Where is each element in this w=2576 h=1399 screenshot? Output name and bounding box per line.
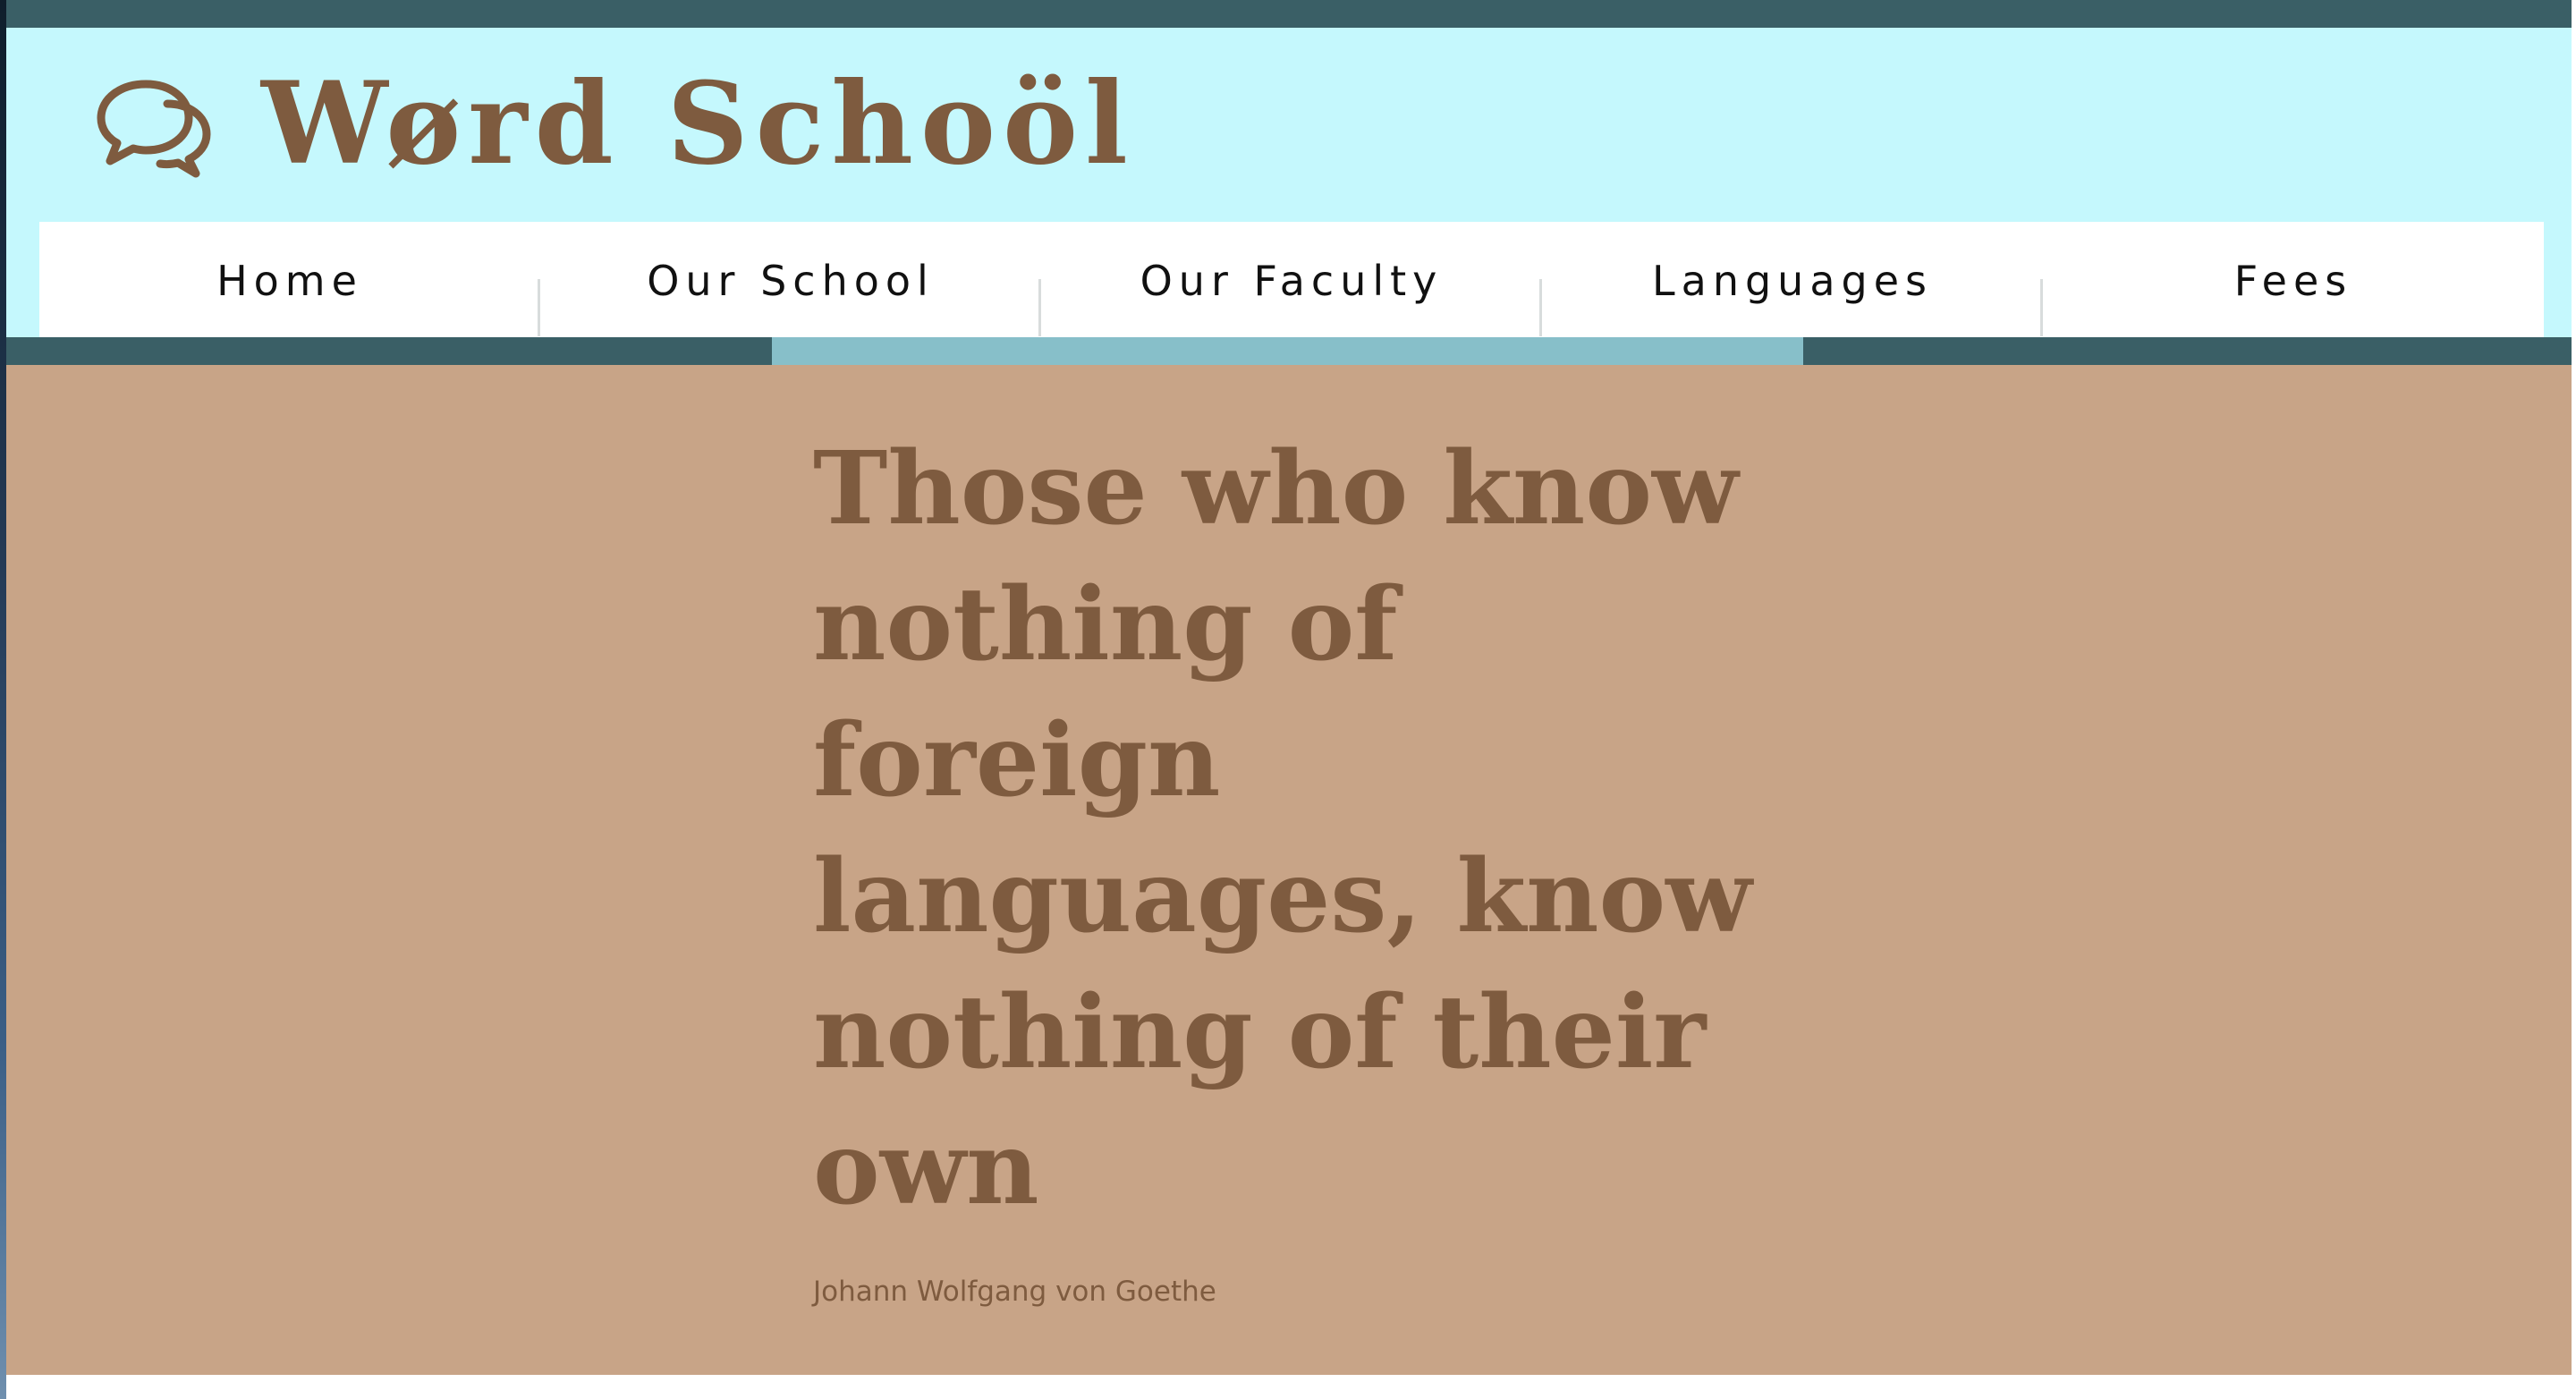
speech-bubbles-icon[interactable] xyxy=(96,77,217,184)
nav-item-label: Our School xyxy=(647,257,935,305)
hero-quote: Those who know nothing of foreign langua… xyxy=(813,430,1752,1227)
site-title[interactable]: Wørd Schoöl xyxy=(261,62,1135,186)
window-right-edge xyxy=(2572,0,2576,1399)
accent-bar-highlight xyxy=(772,337,1803,365)
nav-item-label: Fees xyxy=(2233,257,2353,305)
nav-item-label: Home xyxy=(216,257,363,305)
nav-item-label: Our Faculty xyxy=(1140,257,1444,305)
top-band xyxy=(6,0,2572,28)
quote-author: Johann Wolfgang von Goethe xyxy=(813,1276,1216,1308)
hero-section: Those who know nothing of foreign langua… xyxy=(6,365,2572,1375)
window-left-edge xyxy=(0,0,6,1399)
nav-item-label: Languages xyxy=(1652,257,1933,305)
site-header: Wørd Schoöl Home Our School Our Faculty … xyxy=(6,28,2572,365)
